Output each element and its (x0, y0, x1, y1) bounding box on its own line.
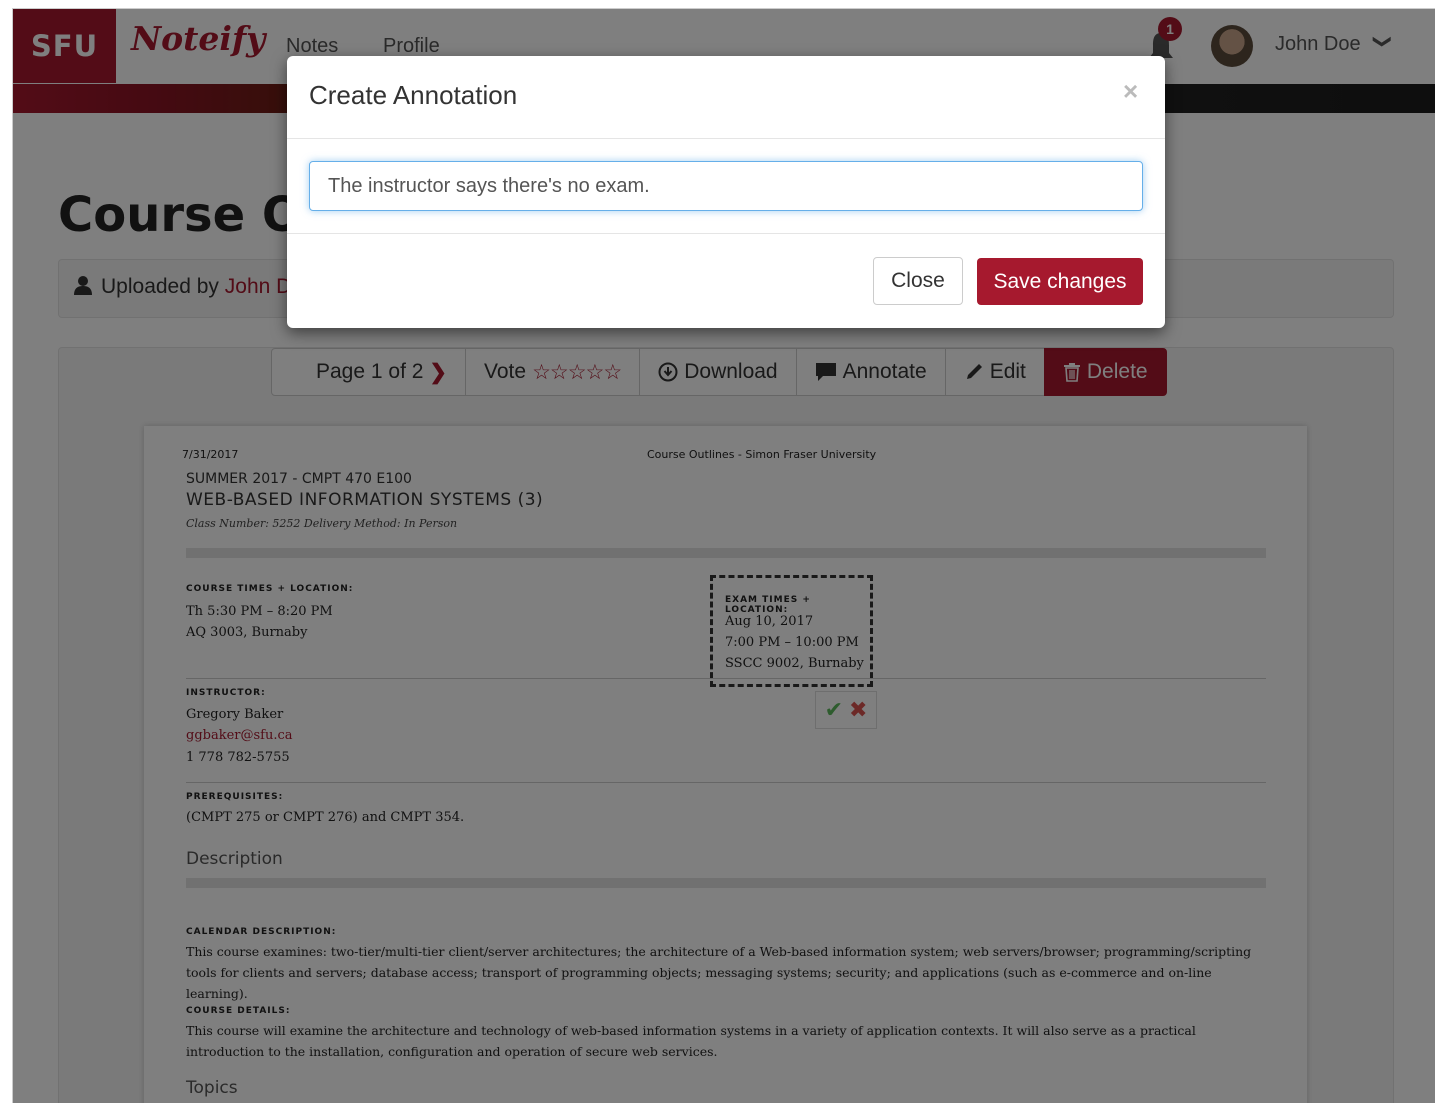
app-window: SFU Noteify Notes Profile 1 John Doe ❯ C… (12, 8, 1435, 1103)
modal-divider (287, 138, 1165, 139)
save-changes-button[interactable]: Save changes (977, 258, 1143, 305)
close-icon[interactable]: × (1123, 76, 1138, 107)
create-annotation-modal: Create Annotation × Close Save changes (287, 56, 1165, 328)
annotation-input[interactable] (309, 161, 1143, 211)
modal-title: Create Annotation (309, 80, 518, 110)
modal-divider (287, 233, 1165, 234)
close-button[interactable]: Close (873, 257, 963, 305)
